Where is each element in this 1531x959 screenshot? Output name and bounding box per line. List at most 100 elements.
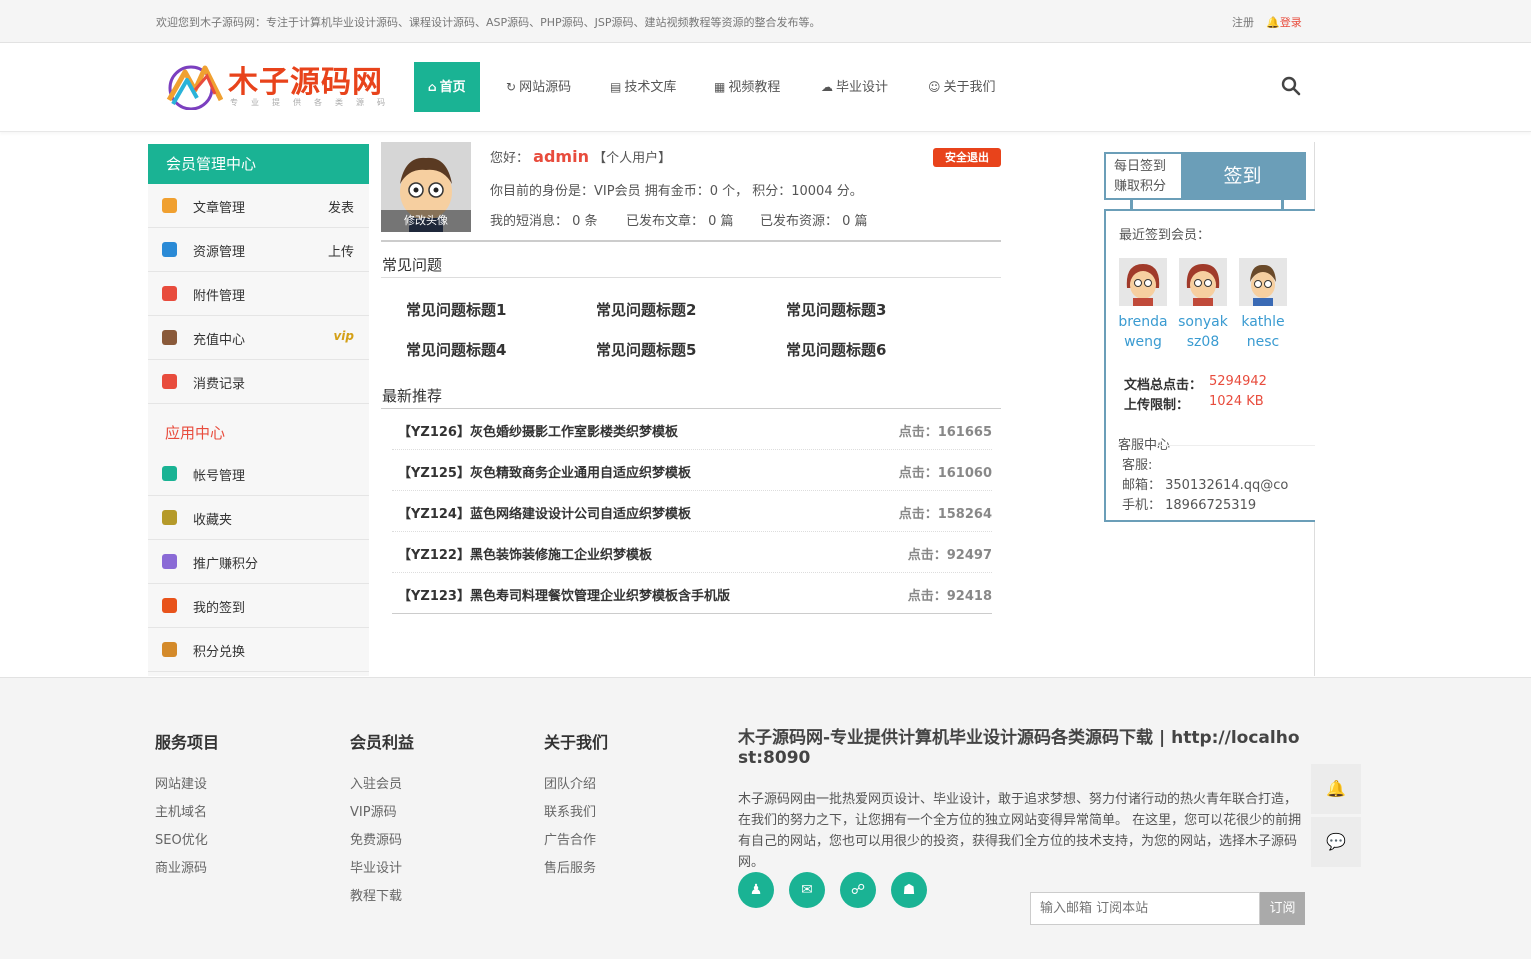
footer-link[interactable]: 联系我们 — [544, 801, 596, 820]
sidebar-item-account[interactable]: 帐号管理 — [148, 452, 369, 496]
recommend-item-title[interactable]: 【YZ123】黑色寿司料理餐饮管理企业织梦模板含手机版 — [398, 585, 730, 604]
weibo-icon[interactable]: ☗ — [891, 872, 927, 908]
sidebar-item-resources[interactable]: 资源管理 上传 — [148, 228, 369, 272]
register-link[interactable]: 注册 — [1232, 14, 1254, 30]
recommend-title: 最新推荐 — [382, 387, 443, 405]
signin-button[interactable]: 签到 — [1181, 154, 1304, 198]
sidebar-item-label: 消费记录 — [193, 377, 246, 392]
footer-link[interactable]: 售后服务 — [544, 857, 596, 876]
logout-button[interactable]: 安全退出 — [933, 148, 1001, 167]
member-avatar-icon[interactable] — [1119, 258, 1167, 306]
recommend-item-title[interactable]: 【YZ126】灰色婚纱摄影工作室影楼类织梦模板 — [398, 421, 678, 440]
recharge-icon — [162, 330, 177, 345]
recommend-item-title[interactable]: 【YZ125】灰色精致商务企业通用自适应织梦模板 — [398, 462, 691, 481]
footer-link[interactable]: 广告合作 — [544, 829, 596, 848]
nav-graduation-design[interactable]: ☁ 毕业设计 — [821, 62, 888, 112]
sidebar-item-favorites[interactable]: 收藏夹 — [148, 496, 369, 540]
faq-item[interactable]: 常见问题标题3 — [786, 299, 886, 320]
messages-count[interactable]: 我的短消息： 0 条 — [490, 210, 598, 229]
click-count: 点击：92497 — [907, 548, 992, 563]
list-item[interactable]: 【YZ122】黑色装饰装修施工企业织梦模板 点击：92497 — [392, 532, 992, 573]
sidebar-item-promote[interactable]: 推广赚积分 — [148, 540, 369, 584]
sidebar-item-label: 文章管理 — [193, 201, 246, 216]
footer-link[interactable]: 商业源码 — [155, 857, 207, 876]
footer-link[interactable]: 毕业设计 — [350, 857, 402, 876]
list-item[interactable]: 【YZ124】蓝色网络建设设计公司自适应织梦模板 点击：158264 — [392, 491, 992, 532]
float-bell-icon[interactable]: 🔔 — [1311, 764, 1361, 814]
film-icon: ▦ — [714, 80, 726, 94]
file-icon: ▤ — [610, 80, 622, 94]
recommend-item-title[interactable]: 【YZ124】蓝色网络建设设计公司自适应织梦模板 — [398, 503, 691, 522]
float-chat-icon[interactable]: 💬 — [1311, 817, 1361, 867]
logo-subtitle: 专业提供各类源码 — [230, 98, 398, 107]
footer-link[interactable]: 团队介绍 — [544, 773, 596, 792]
faq-item[interactable]: 常见问题标题4 — [406, 339, 506, 360]
resource-icon — [162, 242, 177, 257]
logo-mark-icon — [166, 65, 223, 110]
cloud-icon: ☁ — [821, 80, 833, 94]
click-count: 点击：161060 — [898, 466, 992, 481]
list-item[interactable]: 【YZ126】灰色婚纱摄影工作室影楼类织梦模板 点击：161665 — [392, 409, 992, 450]
footer-col-title: 关于我们 — [544, 733, 609, 752]
member-name[interactable]: kathle nesc — [1233, 312, 1293, 352]
wechat-icon[interactable]: ☍ — [840, 872, 876, 908]
sidebar-item-points-exchange[interactable]: 积分兑换 — [148, 628, 369, 672]
publish-link[interactable]: 发表 — [328, 197, 354, 216]
nav-home[interactable]: ⌂ 首页 — [414, 62, 480, 112]
change-avatar-caption[interactable]: 修改头像 — [381, 210, 471, 232]
signin-hint-line: 每日签到 — [1114, 159, 1167, 174]
greeting-label: 您好： — [490, 151, 530, 166]
logo-text[interactable]: 木子源码网 — [228, 57, 383, 101]
click-count: 点击：158264 — [898, 507, 992, 522]
search-icon[interactable] — [1281, 76, 1301, 96]
articles-count: 已发布文章： 0 篇 — [626, 214, 734, 229]
footer-link[interactable]: 入驻会员 — [350, 773, 402, 792]
sidebar-item-my-signin[interactable]: 我的签到 — [148, 584, 369, 628]
about-text: 木子源码网由一批热爱网页设计、毕业设计，敢于追求梦想、努力付诸行动的热火青年联合… — [738, 792, 1302, 870]
nav-video-tutorial[interactable]: ▦ 视频教程 — [714, 62, 780, 112]
faq-item[interactable]: 常见问题标题6 — [786, 339, 886, 360]
sidebar-item-label: 积分兑换 — [193, 645, 246, 660]
nav-tech-library[interactable]: ▤ 技术文库 — [610, 62, 676, 112]
welcome-text: 欢迎您到木子源码网：专注于计算机毕业设计源码、课程设计源码、ASP源码、PHP源… — [156, 16, 821, 29]
member-name[interactable]: brenda weng — [1113, 312, 1173, 352]
nav-about-us[interactable]: ☺ 关于我们 — [928, 62, 996, 112]
list-item[interactable]: 【YZ125】灰色精致商务企业通用自适应织梦模板 点击：161060 — [392, 450, 992, 491]
service-phone: 手机： 18966725319 — [1122, 498, 1257, 513]
member-avatar-icon[interactable] — [1179, 258, 1227, 306]
footer-link[interactable]: 网站建设 — [155, 773, 207, 792]
faq-item[interactable]: 常见问题标题1 — [406, 299, 506, 320]
mail-icon[interactable]: ✉ — [789, 872, 825, 908]
sidebar-item-articles[interactable]: 文章管理 发表 — [148, 184, 369, 228]
subscribe-email-input[interactable] — [1030, 892, 1260, 925]
footer-link[interactable]: SEO优化 — [155, 829, 208, 848]
user-type: 【个人用户】 — [593, 151, 672, 166]
footer-link[interactable]: 免费源码 — [350, 829, 402, 848]
list-item[interactable]: 【YZ123】黑色寿司料理餐饮管理企业织梦模板含手机版 点击：92418 — [392, 573, 992, 614]
recent-signin-title: 最近签到会员： — [1119, 228, 1211, 243]
nav-website-source[interactable]: ↻ 网站源码 — [506, 62, 571, 112]
sidebar-item-label: 收藏夹 — [193, 513, 233, 528]
member-name[interactable]: sonyak sz08 — [1173, 312, 1233, 352]
sidebar-item-recharge[interactable]: 充值中心 vip — [148, 316, 369, 360]
faq-title: 常见问题 — [382, 256, 443, 274]
favorites-icon — [162, 510, 177, 525]
footer-link[interactable]: VIP源码 — [350, 801, 397, 820]
nav-label: 首页 — [439, 80, 466, 95]
qq-icon[interactable]: ♟ — [738, 872, 774, 908]
faq-item[interactable]: 常见问题标题5 — [596, 339, 696, 360]
about-title: 木子源码网-专业提供计算机毕业设计源码各类源码下载 | http://local… — [738, 728, 1300, 768]
article-icon — [162, 198, 177, 213]
login-label: 登录 — [1279, 16, 1302, 29]
sidebar-item-attachments[interactable]: 附件管理 — [148, 272, 369, 316]
sidebar-item-consumption[interactable]: 消费记录 — [148, 360, 369, 404]
faq-item[interactable]: 常见问题标题2 — [596, 299, 696, 320]
avatar[interactable]: 修改头像 — [381, 142, 471, 232]
member-avatar-icon[interactable] — [1239, 258, 1287, 306]
footer-link[interactable]: 教程下载 — [350, 885, 402, 904]
subscribe-button[interactable]: 订阅 — [1260, 892, 1305, 925]
upload-link[interactable]: 上传 — [328, 241, 354, 260]
login-link[interactable]: 🔔登录 — [1266, 14, 1302, 30]
footer-link[interactable]: 主机域名 — [155, 801, 207, 820]
recommend-item-title[interactable]: 【YZ122】黑色装饰装修施工企业织梦模板 — [398, 544, 652, 563]
